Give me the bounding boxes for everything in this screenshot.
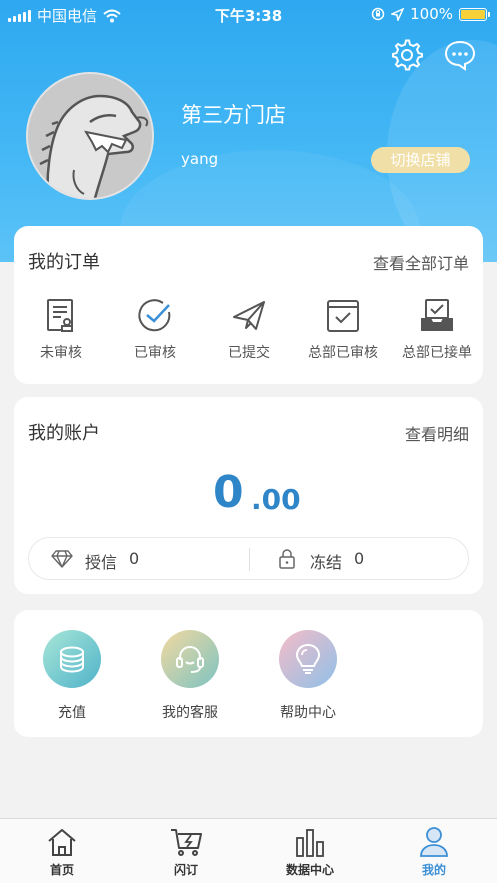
username: yang [181, 150, 219, 168]
tab-mine[interactable]: 我的 [389, 826, 479, 878]
frozen-label: 冻结 [310, 553, 343, 572]
services-card: 充值 我的客服 帮助中心 [14, 610, 483, 737]
tab-data-center[interactable]: 数据中心 [265, 826, 355, 878]
orders-title: 我的订单 [28, 252, 100, 273]
balance-decimal: .00 [251, 483, 301, 516]
order-status-label: 总部已接单 [402, 345, 472, 361]
order-status-submitted[interactable]: 已提交 [202, 296, 296, 362]
account-summary-row: 授信 0 冻结 0 [28, 537, 469, 580]
view-all-orders-link[interactable]: 查看全部订单 [373, 250, 469, 274]
divider [249, 548, 250, 571]
order-status-label: 已审核 [134, 345, 176, 361]
service-label: 帮助中心 [280, 705, 336, 721]
recharge-button[interactable]: 充值 [27, 630, 117, 722]
gear-icon[interactable] [390, 38, 424, 72]
location-icon [391, 7, 405, 21]
avatar[interactable] [26, 72, 154, 200]
order-status-hq-reviewed[interactable]: 总部已审核 [296, 296, 390, 362]
frozen-value: 0 [354, 549, 365, 568]
store-name: 第三方门店 [181, 103, 286, 127]
battery-percent: 100% [410, 5, 453, 23]
view-detail-link[interactable]: 查看明细 [405, 421, 469, 445]
credit-label: 授信 [85, 553, 118, 572]
order-status-label: 已提交 [228, 345, 270, 361]
chat-bubble-icon[interactable] [443, 38, 477, 72]
user-icon [420, 827, 448, 857]
help-center-button[interactable]: 帮助中心 [263, 630, 353, 722]
orientation-lock-icon [371, 7, 385, 21]
switch-store-button[interactable]: 切换店铺 [371, 147, 470, 173]
order-status-reviewed[interactable]: 已审核 [108, 296, 202, 362]
tab-flash-order[interactable]: 闪订 [141, 826, 231, 878]
dinosaur-avatar-icon [28, 74, 152, 198]
home-icon [48, 829, 76, 856]
service-label: 我的客服 [162, 705, 218, 721]
orders-card: 我的订单 查看全部订单 未审核 已审核 已提交 总部已审核 总部已接单 [14, 226, 483, 384]
order-status-label: 未审核 [40, 345, 82, 361]
paper-plane-icon [233, 301, 265, 330]
lightbulb-icon [295, 643, 321, 674]
tab-label: 数据中心 [285, 863, 334, 877]
flash-cart-icon [171, 829, 202, 856]
balance-integer: 0 [213, 467, 244, 518]
tab-bar: 首页 闪订 数据中心 我的 [0, 818, 497, 883]
calendar-check-icon [327, 300, 359, 332]
tab-home[interactable]: 首页 [17, 826, 107, 878]
order-status-label: 总部已审核 [308, 345, 378, 361]
diamond-icon [51, 550, 73, 568]
service-label: 充值 [58, 705, 86, 721]
bar-chart-icon [296, 829, 324, 857]
account-title: 我的账户 [28, 423, 100, 444]
credit-value: 0 [129, 549, 140, 568]
tab-label: 首页 [49, 863, 74, 877]
check-circle-icon [138, 299, 171, 332]
tab-label: 我的 [421, 863, 446, 877]
headset-icon [176, 646, 204, 673]
customer-service-button[interactable]: 我的客服 [145, 630, 235, 722]
coins-stack-icon [60, 646, 84, 673]
battery-icon [459, 7, 490, 21]
tab-label: 闪订 [173, 863, 198, 877]
account-card: 我的账户 查看明细 0 .00 授信 0 冻结 0 [14, 397, 483, 594]
order-status-unreviewed[interactable]: 未审核 [14, 296, 108, 362]
lock-icon [279, 549, 295, 569]
document-stamp-icon [47, 299, 73, 332]
order-status-hq-accepted[interactable]: 总部已接单 [390, 296, 484, 362]
status-bar: 中国电信 下午3:38 100% [0, 0, 497, 28]
inbox-check-icon [421, 299, 453, 331]
